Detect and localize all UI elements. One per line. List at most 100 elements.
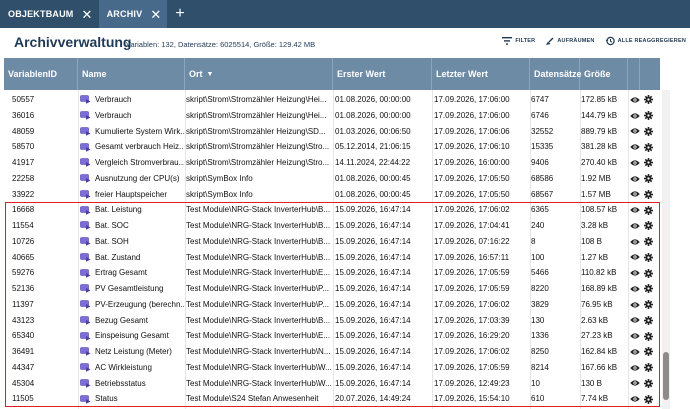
table-row[interactable]: 45304 Betriebsstatus Test Module\NRG-Sta… bbox=[4, 376, 660, 392]
gear-icon[interactable] bbox=[644, 174, 653, 184]
gear-icon[interactable] bbox=[644, 315, 653, 325]
eye-icon[interactable] bbox=[630, 190, 640, 198]
filter-button[interactable]: FILTER bbox=[502, 37, 535, 45]
eye-icon[interactable] bbox=[630, 348, 640, 356]
eye-icon[interactable] bbox=[630, 96, 640, 104]
cell-name: Kumulierte System Wirk... bbox=[80, 124, 184, 140]
table-row[interactable]: 50557 Verbrauch skript\Strom\Stromzähler… bbox=[4, 92, 660, 108]
eye-icon[interactable] bbox=[630, 332, 640, 340]
eye-icon[interactable] bbox=[630, 285, 640, 293]
gear-icon[interactable] bbox=[644, 284, 653, 294]
gear-icon[interactable] bbox=[644, 189, 653, 199]
cell-name: Betriebsstatus bbox=[80, 376, 184, 392]
table-row[interactable]: 11505 Status Test Module\S24 Stefan Anwe… bbox=[4, 391, 660, 407]
cell-name: Verbrauch bbox=[80, 92, 184, 108]
cell-erster-wert: 15.09.2026, 16:47:14 bbox=[335, 299, 411, 309]
variable-name: Bezug Gesamt bbox=[95, 315, 148, 325]
table-row[interactable]: 48059 Kumulierte System Wirk... skript\S… bbox=[4, 124, 660, 140]
eye-icon[interactable] bbox=[630, 159, 640, 167]
table-row[interactable]: 16668 Bat. Leistung Test Module\NRG-Stac… bbox=[4, 202, 660, 218]
column-header-letzter-wert[interactable]: Letzter Wert bbox=[432, 58, 530, 90]
close-icon[interactable]: ✕ bbox=[82, 8, 93, 21]
cell-letzter-wert: 17.09.2026, 17:06:02 bbox=[434, 205, 510, 215]
column-header-variablenid[interactable]: VariablenID bbox=[4, 58, 78, 90]
cell-datensaetze: 9406 bbox=[531, 158, 549, 167]
gear-icon[interactable] bbox=[644, 221, 653, 231]
cell-ort: Test Module\NRG-Stack InverterHub\E... bbox=[186, 331, 331, 341]
cell-actions bbox=[630, 155, 660, 171]
table-row[interactable]: 59276 Ertrag Gesamt Test Module\NRG-Stac… bbox=[4, 265, 660, 281]
table-row[interactable]: 36491 Netz Leistung (Meter) Test Module\… bbox=[4, 344, 660, 360]
eye-icon[interactable] bbox=[630, 238, 640, 246]
table-row[interactable]: 44347 AC Wirkleistung Test Module\NRG-St… bbox=[4, 360, 660, 376]
eye-icon[interactable] bbox=[630, 301, 640, 309]
column-header-groesse[interactable]: Größe bbox=[580, 58, 628, 90]
cell-variablenid: 43123 bbox=[12, 315, 35, 325]
cell-actions bbox=[630, 391, 660, 407]
table-row[interactable]: 43123 Bezug Gesamt Test Module\NRG-Stack… bbox=[4, 313, 660, 329]
eye-icon[interactable] bbox=[630, 206, 640, 214]
table-row[interactable]: 41917 Vergleich Stromverbrau... skript\S… bbox=[4, 155, 660, 171]
gear-icon[interactable] bbox=[644, 331, 653, 341]
eye-icon[interactable] bbox=[630, 127, 640, 135]
column-header-name[interactable]: Name bbox=[78, 58, 185, 90]
column-header-ort[interactable]: Ort ▼ bbox=[185, 58, 333, 90]
table-row[interactable]: 33922 freier Hauptspeicher skript\SymBox… bbox=[4, 187, 660, 203]
gear-icon[interactable] bbox=[644, 268, 653, 278]
cleanup-button[interactable]: AUFRÄUMEN bbox=[545, 37, 594, 46]
cell-datensaetze: 10 bbox=[531, 378, 540, 388]
eye-icon[interactable] bbox=[630, 379, 640, 387]
table-row[interactable]: 65340 Einspeisung Gesamt Test Module\NRG… bbox=[4, 328, 660, 344]
eye-icon[interactable] bbox=[630, 112, 640, 120]
variable-name: PV Gesamtleistung bbox=[95, 284, 164, 293]
table-row[interactable]: 58570 Gesamt verbrauch Heiz... skript\St… bbox=[4, 139, 660, 155]
cell-variablenid: 50557 bbox=[12, 95, 35, 104]
cell-groesse: 110.82 kB bbox=[581, 268, 617, 278]
table-row[interactable]: 22258 Ausnutzung der CPU(s) skript\SymBo… bbox=[4, 171, 660, 187]
table-row[interactable]: 40665 Bat. Zustand Test Module\NRG-Stack… bbox=[4, 250, 660, 266]
gear-icon[interactable] bbox=[644, 363, 653, 373]
table-row[interactable]: 52136 PV Gesamtleistung Test Module\NRG-… bbox=[4, 281, 660, 297]
scrollbar-thumb[interactable] bbox=[663, 352, 669, 400]
gear-icon[interactable] bbox=[644, 205, 653, 215]
eye-icon[interactable] bbox=[630, 269, 640, 277]
cell-actions bbox=[630, 218, 660, 234]
tab-archiv[interactable]: ARCHIV ✕ bbox=[98, 0, 168, 28]
gear-icon[interactable] bbox=[644, 378, 653, 388]
cell-variablenid: 33922 bbox=[12, 189, 35, 199]
gear-icon[interactable] bbox=[644, 237, 653, 247]
column-header-datensaetze[interactable]: Datensätze bbox=[530, 58, 582, 90]
cell-variablenid: 41917 bbox=[12, 158, 35, 167]
gear-icon[interactable] bbox=[644, 95, 653, 105]
gear-icon[interactable] bbox=[644, 347, 653, 357]
cell-actions bbox=[630, 202, 660, 218]
gear-icon[interactable] bbox=[644, 394, 653, 404]
gear-icon[interactable] bbox=[644, 300, 653, 310]
close-icon[interactable]: ✕ bbox=[150, 8, 161, 21]
cell-letzter-wert: 17.09.2026, 16:00:00 bbox=[434, 158, 510, 167]
eye-icon[interactable] bbox=[630, 253, 640, 261]
variable-icon bbox=[80, 158, 91, 168]
eye-icon[interactable] bbox=[630, 222, 640, 230]
eye-icon[interactable] bbox=[630, 316, 640, 324]
gear-icon[interactable] bbox=[644, 252, 653, 262]
gear-icon[interactable] bbox=[644, 158, 653, 168]
eye-icon[interactable] bbox=[630, 175, 640, 183]
table-row[interactable]: 10726 Bat. SOH Test Module\NRG-Stack Inv… bbox=[4, 234, 660, 250]
table-row[interactable]: 11554 Bat. SOC Test Module\NRG-Stack Inv… bbox=[4, 218, 660, 234]
eye-icon[interactable] bbox=[630, 395, 640, 403]
table-row[interactable]: 11397 PV-Erzeugung (berechn... Test Modu… bbox=[4, 297, 660, 313]
column-label: Datensätze bbox=[534, 69, 582, 79]
column-header-erster-wert[interactable]: Erster Wert bbox=[333, 58, 432, 90]
variable-icon bbox=[80, 347, 91, 357]
gear-icon[interactable] bbox=[644, 142, 653, 152]
gear-icon[interactable] bbox=[644, 126, 653, 136]
variable-icon bbox=[80, 189, 91, 199]
add-tab-button[interactable]: + bbox=[167, 0, 192, 28]
gear-icon[interactable] bbox=[644, 111, 653, 121]
reaggregate-button[interactable]: ALLE REAGGREGIEREN bbox=[605, 36, 686, 46]
tab-objektbaum[interactable]: OBJEKTBAUM ✕ bbox=[0, 0, 99, 28]
table-row[interactable]: 36016 Verbrauch skript\Strom\Stromzähler… bbox=[4, 108, 660, 124]
eye-icon[interactable] bbox=[630, 143, 640, 151]
eye-icon[interactable] bbox=[630, 364, 640, 372]
